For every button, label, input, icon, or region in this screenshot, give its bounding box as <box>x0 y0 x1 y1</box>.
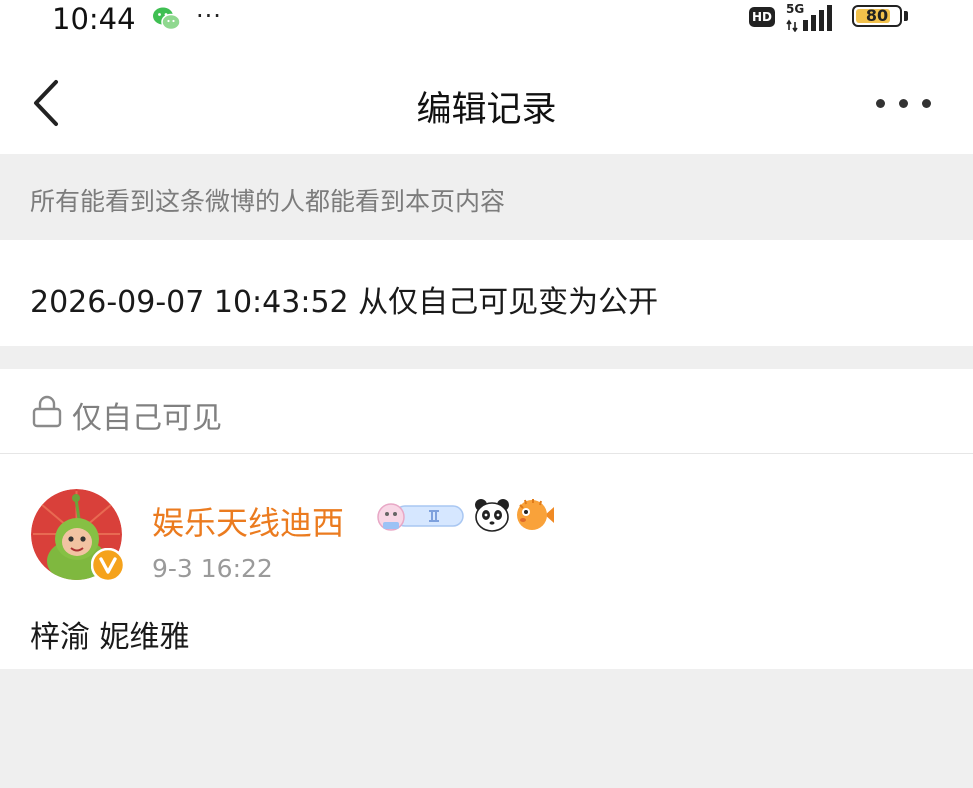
more-icon[interactable] <box>868 86 940 120</box>
battery-cap <box>904 11 908 21</box>
page-title: 编辑记录 <box>416 90 557 130</box>
panda-icon <box>475 499 509 532</box>
visibility-label: 仅自己可见 <box>72 401 222 436</box>
edit-record-item: 2026-09-07 10:43:52 从仅自己可见变为公开 <box>0 240 973 346</box>
nav-bar: 编辑记录 <box>0 50 973 154</box>
pufferfish-icon <box>517 499 554 530</box>
signal-icon: 5G <box>786 2 832 32</box>
username[interactable]: 娱乐天线迪西 <box>152 498 344 544</box>
hd-icon: HD <box>749 7 775 27</box>
visibility-notice: 所有能看到这条微博的人都能看到本页内容 <box>0 154 973 240</box>
status-bar: 10:44 ··· HD 5G 80 <box>0 0 973 50</box>
wechat-icon <box>153 7 181 31</box>
notice-text: 所有能看到这条微博的人都能看到本页内容 <box>30 187 506 216</box>
battery-indicator: 80 <box>852 5 902 27</box>
lock-icon <box>32 395 62 428</box>
visibility-status: 仅自己可见 <box>0 369 973 454</box>
battery-level-text: 80 <box>865 6 889 25</box>
network-type: 5G <box>786 2 804 16</box>
post-time: 9-3 16:22 <box>152 554 273 583</box>
status-more-indicator: ··· <box>196 2 222 30</box>
verified-icon <box>91 548 125 582</box>
post-card[interactable]: 娱乐天线迪西 9-3 16:22 梓渝 妮维雅 <box>0 454 973 669</box>
level-badge-icon <box>377 503 464 531</box>
post-content[interactable]: 梓渝 妮维雅 <box>30 612 190 656</box>
status-time: 10:44 <box>52 2 136 36</box>
edit-record-text: 2026-09-07 10:43:52 从仅自己可见变为公开 <box>30 285 659 320</box>
